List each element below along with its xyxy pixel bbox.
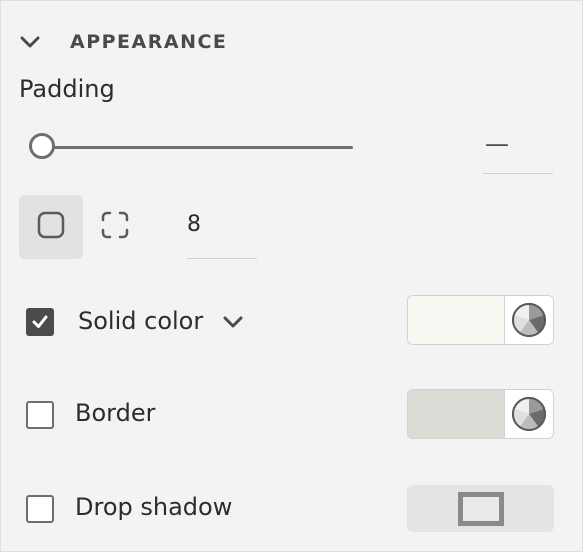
solid-color-picker-button[interactable] [504,296,553,344]
solid-color-preview[interactable] [408,296,504,344]
appearance-section-header[interactable]: APPEARANCE [19,27,227,57]
solid-color-swatch[interactable] [407,295,554,345]
individual-padding-button[interactable] [97,209,133,245]
border-checkbox[interactable] [26,401,54,429]
padding-slider[interactable] [29,129,355,167]
padding-label: Padding [19,75,115,103]
square-icon [36,210,66,244]
drop-shadow-label: Drop shadow [75,493,233,521]
border-color-preview[interactable] [408,390,504,438]
padding-value-input[interactable]: 8 [187,201,257,259]
chevron-down-icon[interactable] [19,31,41,53]
color-wheel-icon [512,303,546,337]
solid-color-dropdown-chevron-icon[interactable] [221,311,245,333]
appearance-panel: APPEARANCE Padding — 8 Solid color Borde… [0,0,583,552]
dashed-square-icon [99,209,131,245]
border-color-picker-button[interactable] [504,390,553,438]
checkmark-icon [32,315,48,328]
solid-color-checkbox[interactable] [26,308,54,336]
slider-track[interactable] [43,146,353,149]
color-wheel-icon [512,397,546,431]
border-color-swatch[interactable] [407,389,554,439]
section-title: APPEARANCE [70,31,228,53]
shadow-preview-icon [457,491,504,526]
drop-shadow-checkbox[interactable] [26,495,54,523]
slider-thumb[interactable] [29,133,55,159]
solid-color-label: Solid color [78,307,204,335]
padding-slider-value[interactable]: — [483,126,553,174]
drop-shadow-settings-button[interactable] [407,485,554,532]
uniform-padding-button[interactable] [19,195,83,259]
border-label: Border [75,399,156,427]
